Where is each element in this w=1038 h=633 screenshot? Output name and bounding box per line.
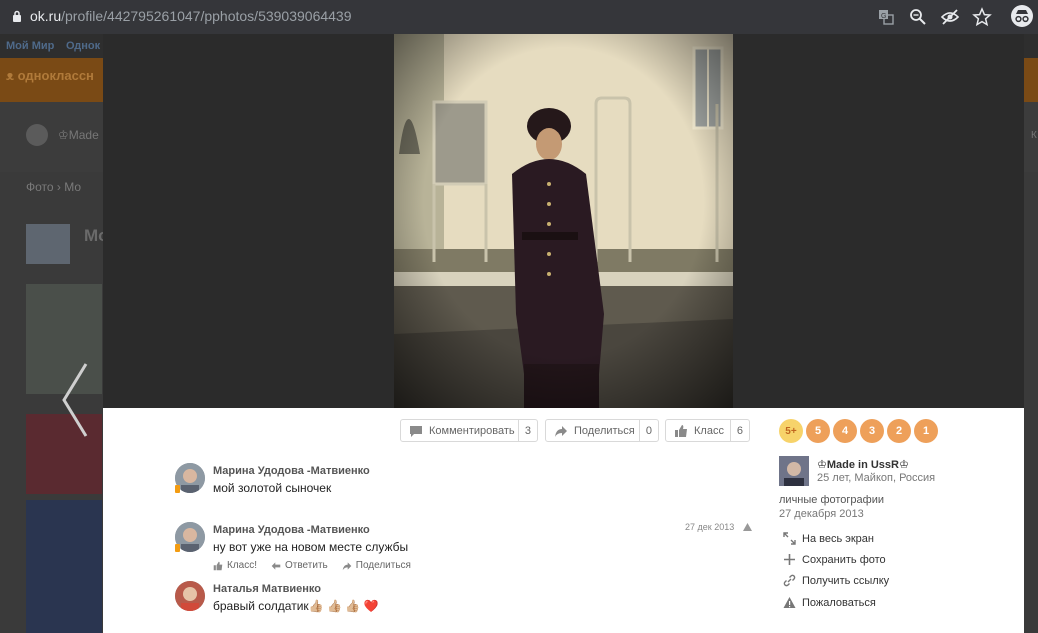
comment-date: 27 дек 2013 — [685, 522, 735, 532]
comment-share-button[interactable]: Поделиться — [342, 560, 411, 571]
like-count: 6 — [729, 420, 749, 441]
comment-text: бравый солдатик👍🏼 👍🏼 👍🏼 ❤️ — [213, 599, 379, 613]
comment-button[interactable]: Комментировать 3 — [400, 419, 538, 442]
rating-5-plus[interactable]: 5+ — [779, 419, 803, 443]
warning-icon — [783, 597, 796, 608]
comment-label: Комментировать — [429, 424, 515, 437]
comment-author[interactable]: Марина Удодова -Матвиенко — [213, 465, 370, 477]
thumbs-up-icon — [213, 561, 223, 570]
avatar[interactable] — [175, 581, 205, 611]
share-icon — [342, 561, 352, 570]
comment-text: мой золотой сыночек — [213, 481, 332, 495]
breadcrumb[interactable]: Фото › Мо — [26, 180, 81, 194]
like-label: Класс — [694, 424, 724, 437]
photo-info-panel: Комментировать 3 Поделиться 0 Класс 6 Ма… — [103, 408, 1024, 633]
photo-thumbnail[interactable] — [26, 500, 102, 633]
comment-text: ну вот уже на новом месте службы — [213, 540, 409, 554]
eye-off-icon[interactable] — [940, 7, 960, 27]
ok-logo-icon: ᴥ — [6, 68, 18, 83]
share-label: Поделиться — [574, 424, 635, 437]
star-icon[interactable] — [972, 7, 992, 27]
nav-item[interactable]: Однок — [66, 40, 100, 52]
url-host: ok.ru — [30, 8, 62, 24]
avatar[interactable] — [26, 124, 48, 146]
svg-text:G: G — [881, 13, 886, 20]
rating-4[interactable]: 4 — [833, 419, 857, 443]
url-path: /profile/442795261047/pphotos/5390390644… — [61, 8, 352, 24]
incognito-icon[interactable] — [1010, 4, 1034, 28]
owner-avatar[interactable] — [779, 456, 809, 486]
profile-name[interactable]: ♔Made — [58, 128, 99, 142]
comment-reply-button[interactable]: Ответить — [271, 560, 328, 571]
comment-author[interactable]: Наталья Матвиенко — [213, 583, 321, 595]
browser-toolbar: ok.ru/profile/442795261047/pphotos/53903… — [0, 0, 1038, 34]
fullscreen-link[interactable]: На весь экран — [783, 532, 874, 545]
mobile-badge-icon — [175, 485, 180, 493]
save-photo-link[interactable]: Сохранить фото — [783, 553, 886, 566]
get-link-link[interactable]: Получить ссылку — [783, 574, 889, 587]
fullscreen-icon — [783, 532, 796, 545]
report-link[interactable]: Пожаловаться — [783, 596, 876, 609]
comment-author[interactable]: Марина Удодова -Матвиенко — [213, 524, 370, 536]
comment-actions: Класс! Ответить Поделиться — [213, 560, 411, 571]
photo-image — [394, 34, 733, 408]
rating-1[interactable]: 1 — [914, 419, 938, 443]
rating-5[interactable]: 5 — [806, 419, 830, 443]
reply-icon — [271, 561, 281, 570]
like-button[interactable]: Класс 6 — [665, 419, 750, 442]
album-name[interactable]: личные фотографии — [779, 494, 884, 506]
thumbs-up-icon — [675, 424, 687, 437]
report-warning-icon[interactable] — [743, 523, 752, 531]
comment-count: 3 — [517, 420, 537, 441]
owner-name[interactable]: ♔Made in UssR♔ — [817, 458, 909, 471]
comment-icon — [410, 425, 422, 437]
translate-icon[interactable]: G — [876, 7, 896, 27]
main-photo[interactable] — [394, 34, 733, 408]
rating-2[interactable]: 2 — [887, 419, 911, 443]
mobile-badge-icon — [175, 544, 180, 552]
site-logo[interactable]: ᴥ одноклассн — [6, 68, 94, 83]
nav-item[interactable]: Мой Мир — [6, 40, 54, 52]
right-hint: К — [1031, 130, 1037, 141]
comment-like-button[interactable]: Класс! — [213, 560, 257, 571]
owner-meta: 25 лет, Майкоп, Россия — [817, 472, 936, 484]
lock-icon — [13, 10, 21, 22]
link-icon — [783, 574, 796, 587]
share-count: 0 — [638, 420, 658, 441]
photo-date: 27 декабря 2013 — [779, 508, 864, 520]
zoom-icon[interactable] — [908, 7, 928, 27]
address-bar[interactable]: ok.ru/profile/442795261047/pphotos/53903… — [30, 8, 352, 24]
album-thumbnail[interactable] — [26, 224, 70, 264]
plus-icon — [784, 554, 795, 565]
share-icon — [555, 425, 567, 437]
previous-photo-arrow-icon[interactable] — [58, 362, 92, 438]
share-button[interactable]: Поделиться 0 — [545, 419, 659, 442]
rating-3[interactable]: 3 — [860, 419, 884, 443]
